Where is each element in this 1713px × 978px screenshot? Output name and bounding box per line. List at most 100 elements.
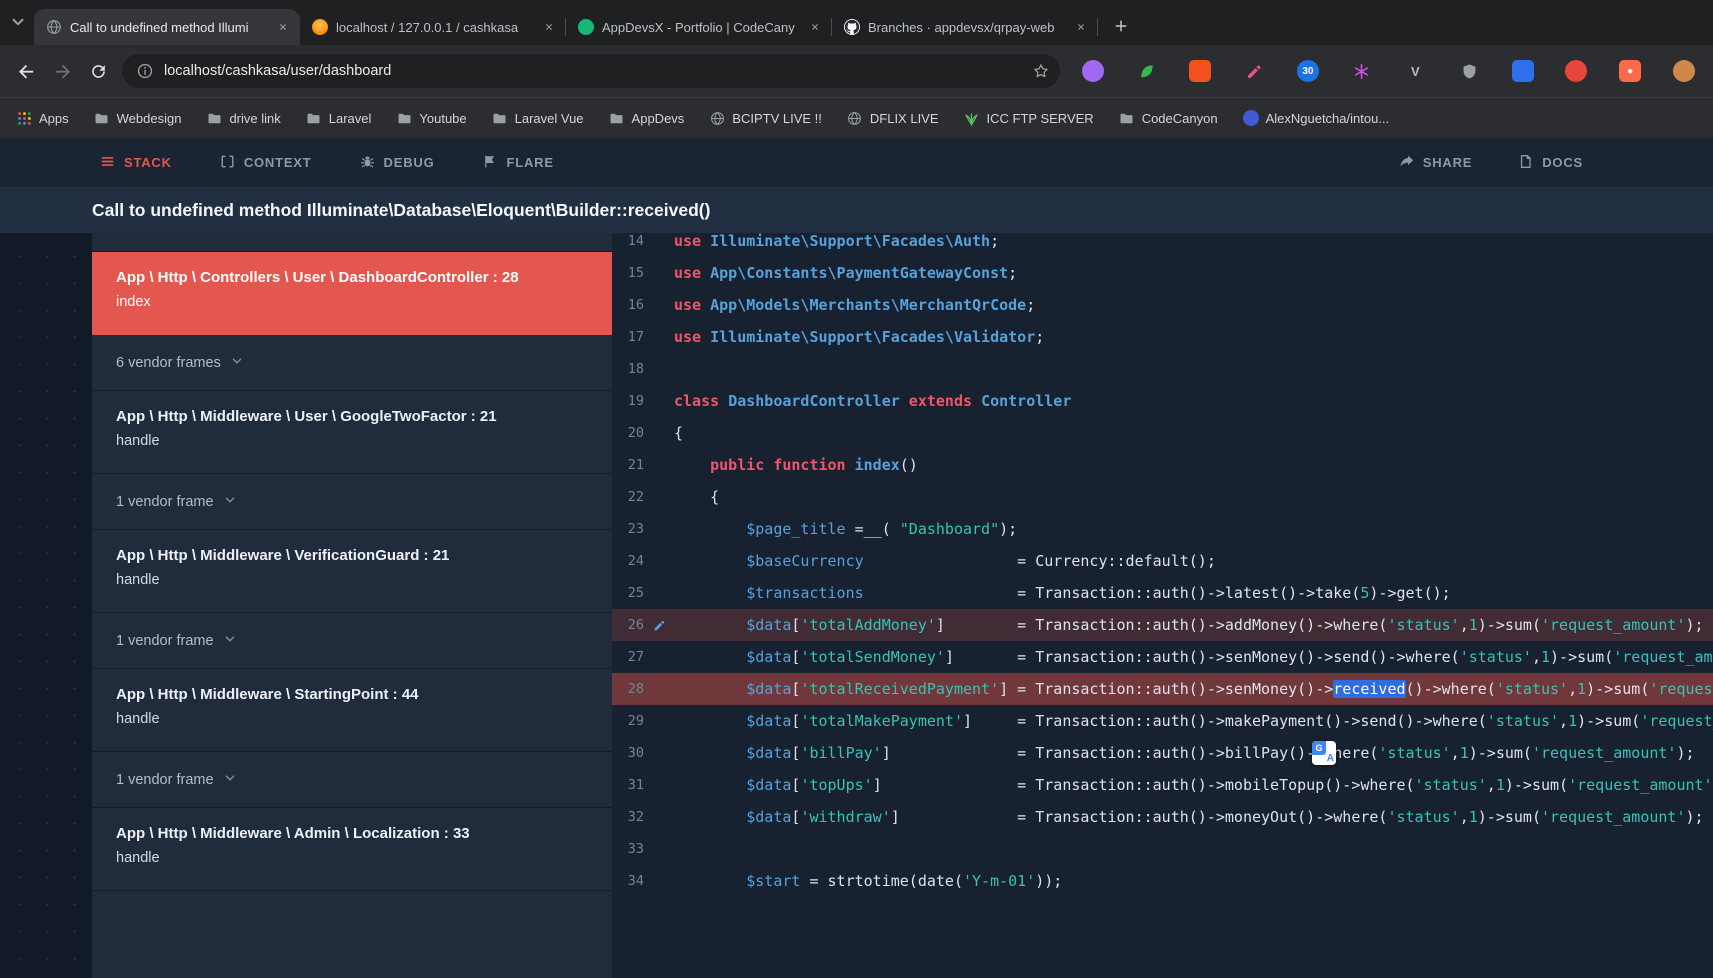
bookmark-label: CodeCanyon [1142,111,1218,126]
extension-icon-orange[interactable] [1189,60,1211,82]
extension-icon-shield[interactable] [1458,60,1480,82]
bookmark-label: Webdesign [117,111,182,126]
code-editor: 14use Illuminate\Support\Facades\Auth;15… [612,233,1713,978]
vendor-frames-toggle[interactable]: 1 vendor frame [92,752,612,808]
stack-frame[interactable]: App \ Http \ Middleware \ StartingPoint … [92,669,612,752]
extension-icon-leaf[interactable] [1136,60,1158,82]
extension-icon-blue-square[interactable] [1512,60,1534,82]
flare-icon [482,154,497,172]
nav-item-context[interactable]: CONTEXT [220,154,312,172]
line-number: 27 [612,649,644,665]
error-title: Call to undefined method Illuminate\Data… [0,187,1713,233]
browser-tab[interactable]: Call to undefined method Illumi [34,9,300,45]
close-icon[interactable] [1072,18,1090,36]
github-favicon [844,19,860,35]
nav-item-docs[interactable]: DOCS [1518,154,1583,172]
bookmark-label: drive link [229,111,280,126]
code-line: 30 $data['billPay'] = Transaction::auth(… [612,737,1713,769]
docs-icon [1518,154,1533,172]
line-number: 24 [612,553,644,569]
address-url[interactable]: localhost/cashkasa/user/dashboard [164,63,1016,79]
browser-tab[interactable]: Branches · appdevsx/qrpay-web [832,9,1098,45]
extension-icon-badge-30[interactable]: 30 [1297,60,1319,82]
bookmark-item[interactable]: Youtube [396,110,466,126]
stack-frame[interactable]: App \ Http \ Controllers \ User \ Dashbo… [92,252,612,335]
address-bar[interactable]: localhost/cashkasa/user/dashboard [122,54,1060,88]
bookmark-item[interactable]: drive link [206,110,280,126]
vendor-frames-toggle[interactable]: 1 vendor frame [92,474,612,530]
nav-item-flare[interactable]: FLARE [482,154,553,172]
translate-icon[interactable]: GA [1312,741,1336,765]
code-text: $data['totalMakePayment'] = Transaction:… [674,712,1713,730]
profile-avatar[interactable] [1673,60,1695,82]
bookmark-label: Laravel [329,111,372,126]
stack-frame[interactable]: App \ Http \ Middleware \ Admin \ Locali… [92,808,612,891]
edit-pencil-icon[interactable] [644,619,674,632]
bookmark-item[interactable]: Laravel Vue [492,110,584,126]
bookmark-label: DFLIX LIVE [870,111,939,126]
code-text: $data['totalSendMoney'] = Transaction::a… [674,648,1713,666]
code-line: 25 $transactions = Transaction::auth()->… [612,577,1713,609]
code-text: use Illuminate\Support\Facades\Auth; [674,233,1713,250]
tab-title: Call to undefined method Illumi [70,20,266,35]
nav-label: SHARE [1423,155,1473,170]
stack-frame[interactable]: App \ Http \ Middleware \ User \ GoogleT… [92,391,612,474]
extension-icon-pink-pen[interactable] [1243,60,1265,82]
bookmark-item[interactable]: Apps [16,110,69,126]
extension-icon-red-circle[interactable] [1565,60,1587,82]
nav-label: STACK [124,155,172,170]
stack-icon [100,154,115,172]
grid-icon [16,110,32,126]
reload-button[interactable] [80,53,116,89]
bookmark-item[interactable]: ICC FTP SERVER [964,110,1094,126]
extension-icon-v[interactable]: V [1404,60,1426,82]
browser-tab[interactable]: AppDevsX - Portfolio | CodeCany [566,9,832,45]
frame-class-path: App \ Http \ Middleware \ User \ GoogleT… [116,408,588,425]
code-line: 33 [612,833,1713,865]
vendor-frames-toggle[interactable]: 1 vendor frame [92,613,612,669]
close-icon[interactable] [806,18,824,36]
code-text: use App\Models\Merchants\MerchantQrCode; [674,296,1713,314]
tab-title: AppDevsX - Portfolio | CodeCany [602,20,798,35]
extension-icon-recorder[interactable]: ● [1619,60,1641,82]
folder-icon [1119,110,1135,126]
site-info-icon[interactable] [136,62,154,80]
nav-item-debug[interactable]: DEBUG [360,154,435,172]
bookmark-item[interactable]: Laravel [306,110,372,126]
code-lines: 14use Illuminate\Support\Facades\Auth;15… [612,233,1713,897]
vendor-frames-toggle[interactable]: 6 vendor frames [92,335,612,391]
forward-button[interactable] [44,53,80,89]
code-line: 15use App\Constants\PaymentGatewayConst; [612,257,1713,289]
bookmark-star-icon[interactable] [1026,56,1056,86]
nav-label: FLARE [506,155,553,170]
debug-icon [360,154,375,172]
ignition-nav: STACK CONTEXT DEBUG FLARE SHARE DOCS [0,138,1713,187]
close-icon[interactable] [274,18,292,36]
chevron-down-icon[interactable] [9,13,27,31]
new-tab-button[interactable] [1108,13,1134,39]
back-button[interactable] [8,53,44,89]
line-number: 23 [612,521,644,537]
bookmark-item[interactable]: AppDevs [609,110,685,126]
bookmark-item[interactable]: CodeCanyon [1119,110,1218,126]
bookmark-item[interactable]: AlexNguetcha/intou... [1243,110,1390,126]
bookmark-item[interactable]: Webdesign [94,110,182,126]
extension-icon-purple[interactable] [1082,60,1104,82]
nav-item-share[interactable]: SHARE [1399,154,1473,172]
line-number: 33 [612,841,644,857]
code-line: 34 $start = strtotime(date('Y-m-01')); [612,865,1713,897]
close-icon[interactable] [540,18,558,36]
nav-item-stack[interactable]: STACK [100,154,172,172]
chevron-down-icon [223,493,237,511]
code-line: 19class DashboardController extends Cont… [612,385,1713,417]
extension-icon-snowflake[interactable] [1351,60,1373,82]
code-text: $data['topUps'] = Transaction::auth()->m… [674,776,1713,794]
browser-tab[interactable]: localhost / 127.0.0.1 / cashkasa [300,9,566,45]
line-number: 18 [612,361,644,377]
bookmark-item[interactable]: BCIPTV LIVE !! [709,110,822,126]
bookmark-item[interactable]: DFLIX LIVE [847,110,939,126]
folder-icon [492,110,508,126]
folder-icon [94,110,110,126]
stack-frame[interactable]: App \ Http \ Middleware \ VerificationGu… [92,530,612,613]
frame-class-path: App \ Http \ Middleware \ Admin \ Locali… [116,825,588,842]
